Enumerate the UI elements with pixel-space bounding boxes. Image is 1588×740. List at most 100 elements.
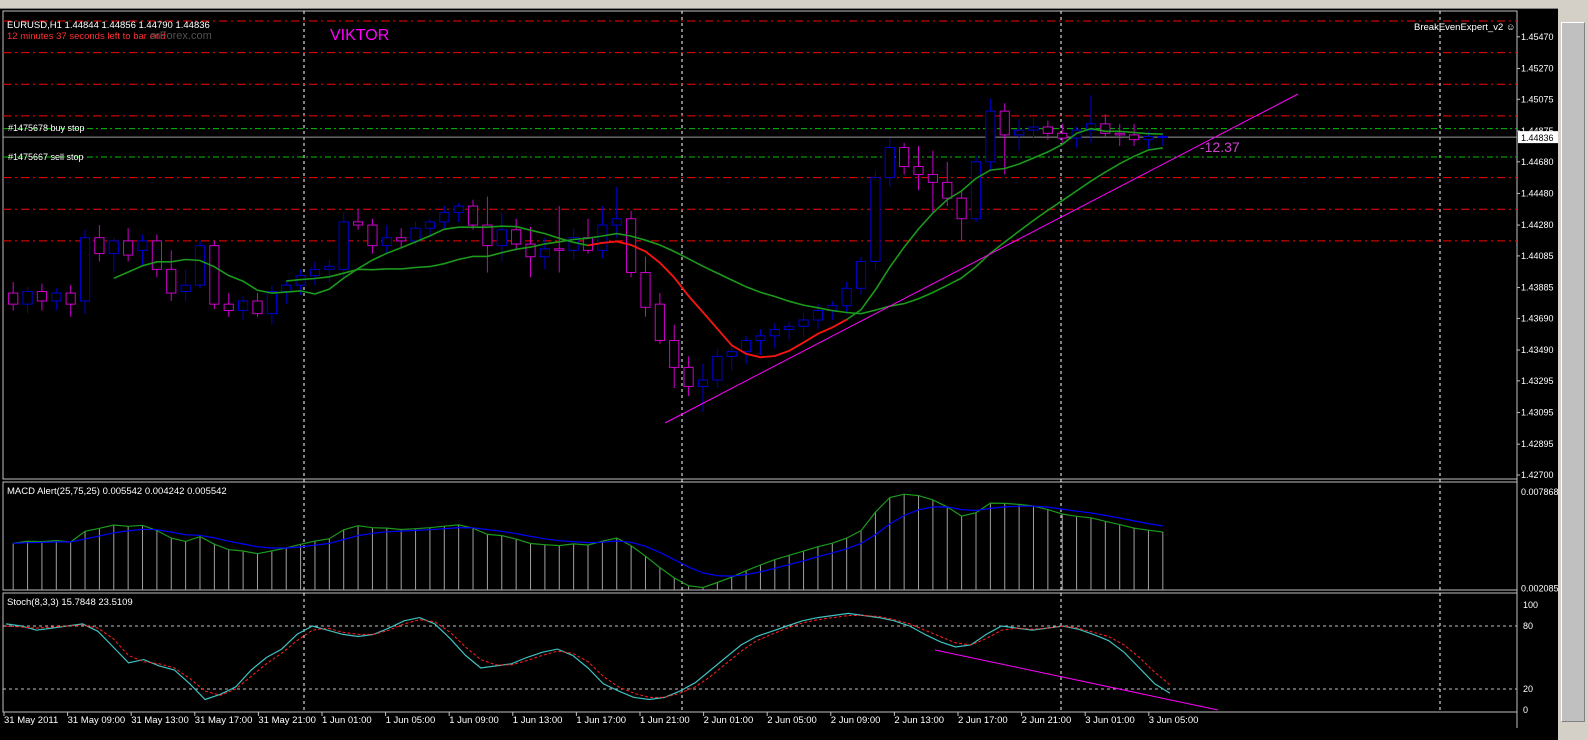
time-axis-label: 31 May 2011 <box>4 715 58 726</box>
candle-body <box>266 291 277 315</box>
ma-fast-line <box>113 127 1163 359</box>
candle-body <box>496 229 507 247</box>
candle-body <box>223 303 234 311</box>
stoch-tick-label: 100 <box>1523 600 1538 610</box>
candle-body <box>942 181 953 199</box>
candle-body <box>439 211 450 223</box>
candle-body <box>855 260 867 289</box>
price-tick-label: 1.44280 <box>1521 220 1554 230</box>
candle-body <box>65 292 76 305</box>
candle-body <box>970 161 982 220</box>
candle-body <box>424 221 436 229</box>
bar-countdown: 12 minutes 37 seconds left to bar end <box>7 31 165 42</box>
candle-body <box>108 240 119 255</box>
stoch-tick-label: 80 <box>1523 621 1533 631</box>
time-axis-label: 1 Jun 09:00 <box>449 715 499 726</box>
candle-body <box>467 205 479 226</box>
candle-body <box>985 110 996 163</box>
candle-body <box>726 351 737 357</box>
candle-body <box>8 292 19 305</box>
candle-body <box>209 245 220 305</box>
candle-body <box>554 248 565 251</box>
candle-body <box>51 292 62 302</box>
candle-body <box>79 237 91 302</box>
time-axis-label: 31 May 09:00 <box>68 715 126 726</box>
stoch-trend-line <box>934 649 1219 711</box>
stoch-tick-label: 0 <box>1523 705 1528 715</box>
macd-tick-label: 0.007868 <box>1521 487 1558 497</box>
author-label: VIKTOR <box>330 27 389 44</box>
candle-body <box>999 110 1010 136</box>
pips-label: -12.37 <box>1200 139 1240 155</box>
price-tick-label: 1.43490 <box>1521 345 1554 355</box>
candle-body <box>1028 126 1039 131</box>
time-axis-label: 1 Jun 05:00 <box>386 715 436 726</box>
price-tick-label: 1.43690 <box>1521 313 1554 323</box>
candle-body <box>913 166 924 175</box>
time-axis-label: 1 Jun 21:00 <box>640 715 690 726</box>
candle-body <box>1143 135 1154 141</box>
candle-body <box>654 303 665 342</box>
price-tick-label: 1.44085 <box>1521 251 1554 261</box>
candle-body <box>611 218 622 226</box>
expert-label: BreakEvenExpert_v2 ☺ <box>1414 22 1516 33</box>
candle-body <box>137 240 148 251</box>
price-tick-label: 1.43885 <box>1521 283 1554 293</box>
candle-body <box>812 309 824 321</box>
candle-body <box>1057 132 1068 139</box>
candle-body <box>36 291 48 302</box>
price-tick-label: 1.45075 <box>1521 94 1554 104</box>
candle-body <box>324 265 335 270</box>
price-tick-label: 1.42895 <box>1521 439 1554 449</box>
time-axis-label: 31 May 13:00 <box>131 715 189 726</box>
candle-body <box>539 248 550 258</box>
time-axis-label: 3 Jun 01:00 <box>1085 715 1135 726</box>
time-axis-label: 1 Jun 13:00 <box>513 715 563 726</box>
candle-body <box>166 268 177 294</box>
candle-body <box>453 205 464 213</box>
time-axis-label: 1 Jun 17:00 <box>576 715 626 726</box>
price-tick-label: 1.42700 <box>1521 470 1554 480</box>
time-axis-label: 2 Jun 17:00 <box>958 715 1008 726</box>
candle-body <box>410 227 421 242</box>
candle-body <box>1157 135 1168 138</box>
stoch-tick-label: 20 <box>1523 684 1533 694</box>
price-tick-label: 1.43095 <box>1521 408 1554 418</box>
candle-body <box>1128 134 1140 141</box>
candle-body <box>151 240 162 270</box>
candle-body <box>281 284 292 293</box>
candle-body <box>309 268 321 277</box>
time-axis-label: 2 Jun 09:00 <box>831 715 881 726</box>
candle-body <box>123 240 134 256</box>
time-axis-label: 31 May 21:00 <box>258 715 316 726</box>
candle-body <box>1014 129 1025 136</box>
candle-body <box>640 272 651 308</box>
candle-body <box>884 147 895 179</box>
order-sell-label: #1475667 sell stop <box>8 152 84 162</box>
stoch-title: Stoch(8,3,3) 15.7848 23.5109 <box>7 597 133 608</box>
vertical-scrollbar[interactable] <box>1558 8 1588 740</box>
main-pane-border <box>2 10 1518 480</box>
time-axis-label: 2 Jun 13:00 <box>894 715 944 726</box>
candle-body <box>338 221 349 270</box>
candle-body <box>683 366 694 387</box>
candle-body <box>511 229 522 245</box>
chart-area[interactable]: 31 May 2011 31 May 09:00 31 May 13:00 31 Ma… <box>0 8 1558 740</box>
candle-body <box>1042 126 1053 134</box>
candle-body <box>1114 132 1125 136</box>
order-buy-label: #1475678 buy stop <box>8 123 85 133</box>
current-price-label: 1.44836 <box>1521 133 1554 143</box>
candle-body <box>94 237 105 255</box>
candle-body <box>194 245 206 286</box>
candle-body <box>396 237 407 242</box>
candle-body <box>22 291 33 305</box>
candle-body <box>712 355 723 381</box>
macd-title: MACD Alert(25,75,25) 0.005542 0.004242 0… <box>7 486 227 497</box>
candle-body <box>669 340 680 368</box>
candle-body <box>899 147 910 168</box>
price-tick-label: 1.44480 <box>1521 188 1554 198</box>
price-tick-label: 1.45470 <box>1521 32 1554 42</box>
scrollbar-thumb[interactable] <box>1561 22 1585 722</box>
time-axis-label: 3 Jun 05:00 <box>1149 715 1199 726</box>
candle-body <box>740 340 752 353</box>
